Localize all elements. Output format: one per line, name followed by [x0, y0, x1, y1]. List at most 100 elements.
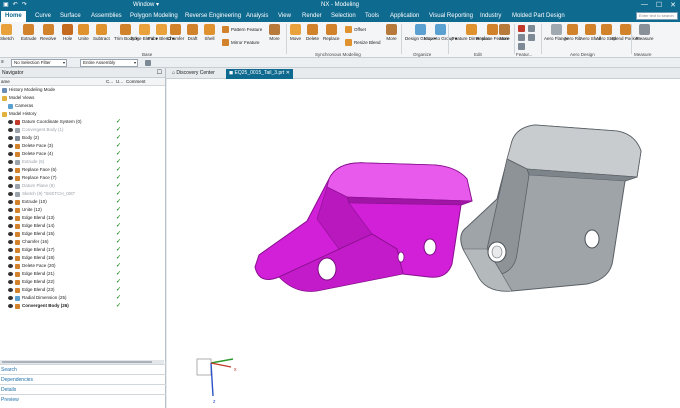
visibility-eye-icon[interactable]	[8, 224, 13, 228]
feature-tool-3[interactable]	[518, 34, 525, 41]
visibility-eye-icon[interactable]	[8, 240, 13, 244]
tree-row[interactable]: Sketch (9) "SKETCH_000" ✓	[0, 190, 165, 198]
mirror-feature-button[interactable]: Mirror Feature	[222, 39, 260, 46]
model-canvas[interactable]: x z	[167, 79, 680, 408]
tree-row[interactable]: Edge Blend (14) ✓	[0, 222, 165, 230]
measure-button[interactable]: Measure	[636, 24, 654, 41]
tree-row[interactable]: Edge Blend (17) ✓	[0, 246, 165, 254]
shell-button[interactable]: Shell	[204, 24, 215, 41]
pane-preview[interactable]: Preview	[0, 394, 166, 404]
tree-row[interactable]: Model Views	[0, 94, 165, 102]
subtract-button[interactable]: Subtract	[93, 24, 110, 41]
tree-row[interactable]: Edge Blend (13) ✓	[0, 214, 165, 222]
visibility-eye-icon[interactable]	[8, 288, 13, 292]
tree-row[interactable]: Convergent Body (26) ✓	[0, 302, 165, 310]
sketch-button[interactable]: Sketch	[0, 24, 14, 41]
tree-row[interactable]: Convergent Body (1) ✓	[0, 126, 165, 134]
tree-row[interactable]: Edge Blend (15) ✓	[0, 230, 165, 238]
tree-row[interactable]: Edge Blend (23) ✓	[0, 286, 165, 294]
tab-view[interactable]: View	[278, 13, 291, 19]
tab-molded-part-design[interactable]: Molded Part Design	[512, 13, 565, 19]
tab-surface[interactable]: Surface	[60, 13, 81, 19]
feature-tool-2[interactable]	[528, 25, 535, 32]
column-header-comment[interactable]: Comment	[126, 78, 146, 86]
visibility-eye-icon[interactable]	[8, 192, 13, 196]
close-tab-icon[interactable]: ✕	[286, 70, 290, 76]
tab-part-file[interactable]: ◼ EQ25_0015_Tail_3.prt ✕	[226, 69, 293, 79]
tree-row[interactable]: Radial Dimension (25) ✓	[0, 294, 165, 302]
tree-row[interactable]: Delete Face (3) ✓	[0, 142, 165, 150]
delete-face-button[interactable]: Delete	[306, 24, 319, 41]
aero-rib-button[interactable]: Aero Rib	[564, 24, 582, 41]
pane-search[interactable]: Search	[0, 364, 166, 374]
hole-feature[interactable]	[317, 257, 337, 281]
tab-home[interactable]: Home	[1, 11, 26, 22]
feature-tool-5[interactable]	[518, 43, 525, 50]
visibility-eye-icon[interactable]	[8, 136, 13, 140]
tree-row[interactable]: Body (2) ✓	[0, 134, 165, 142]
more-edit-button[interactable]: More	[499, 24, 510, 41]
more-sync-button[interactable]: More	[386, 24, 397, 41]
tab-tools[interactable]: Tools	[365, 13, 379, 19]
unite-button[interactable]: Unite	[78, 24, 89, 41]
gray-part-model[interactable]	[433, 124, 642, 292]
tree-row[interactable]: Replace Face (6) ✓	[0, 166, 165, 174]
visibility-eye-icon[interactable]	[8, 272, 13, 276]
column-header-u[interactable]: U...	[116, 78, 123, 86]
extrude-button[interactable]: Extrude	[21, 24, 37, 41]
tab-industry[interactable]: Industry	[480, 13, 501, 19]
visibility-eye-icon[interactable]	[8, 200, 13, 204]
blend-pocket-button[interactable]: Blend Pocket	[612, 24, 639, 41]
tree-row[interactable]: Delete Face (4) ✓	[0, 150, 165, 158]
offset-button[interactable]: Offset	[345, 26, 366, 33]
chamfer-button[interactable]: Chamfer	[167, 24, 184, 41]
magenta-part-model[interactable]	[254, 162, 473, 292]
revolve-button[interactable]: Revolve	[40, 24, 56, 41]
tree-row[interactable]: Datum Coordinate System (0) ✓	[0, 118, 165, 126]
visibility-eye-icon[interactable]	[8, 168, 13, 172]
column-header-name[interactable]: ame	[1, 78, 10, 86]
tab-discovery-center[interactable]: ⌂ Discovery Center	[169, 69, 218, 79]
visibility-eye-icon[interactable]	[8, 152, 13, 156]
tree-row[interactable]: Edge Blend (18) ✓	[0, 254, 165, 262]
visibility-eye-icon[interactable]	[8, 216, 13, 220]
replace-face-button[interactable]: Replace	[323, 24, 340, 41]
scrollbar-thumb[interactable]	[2, 361, 152, 363]
tree-row[interactable]: Chamfer (16) ✓	[0, 238, 165, 246]
visibility-eye-icon[interactable]	[8, 264, 13, 268]
tree-row[interactable]: Model History	[0, 110, 165, 118]
maximize-panel-icon[interactable]: ☐	[157, 68, 162, 78]
tree-row[interactable]: Edge Blend (22) ✓	[0, 278, 165, 286]
pane-dependencies[interactable]: Dependencies	[0, 374, 166, 384]
minimize-icon[interactable]: —	[641, 1, 648, 9]
pattern-feature-button[interactable]: Pattern Feature	[222, 26, 262, 33]
visibility-eye-icon[interactable]	[8, 144, 13, 148]
hole-feature[interactable]	[584, 229, 600, 249]
resize-blend-button[interactable]: Resize Blend	[345, 39, 381, 46]
visibility-eye-icon[interactable]	[8, 176, 13, 180]
visibility-eye-icon[interactable]	[8, 256, 13, 260]
tab-polygon-modeling[interactable]: Polygon Modeling	[130, 13, 178, 19]
visibility-eye-icon[interactable]	[8, 296, 13, 300]
visibility-eye-icon[interactable]	[8, 232, 13, 236]
draft-button[interactable]: Draft	[187, 24, 198, 41]
tree-row[interactable]: Cameras	[0, 102, 165, 110]
tab-curve[interactable]: Curve	[35, 13, 51, 19]
tree-row[interactable]: Edge Blend (21) ✓	[0, 270, 165, 278]
tree-row[interactable]: History Modeling Mode	[0, 86, 165, 94]
visibility-eye-icon[interactable]	[8, 280, 13, 284]
visibility-eye-icon[interactable]	[8, 208, 13, 212]
hole-feature[interactable]	[423, 238, 437, 256]
visibility-eye-icon[interactable]	[8, 160, 13, 164]
visibility-eye-icon[interactable]	[8, 248, 13, 252]
visibility-eye-icon[interactable]	[8, 120, 13, 124]
tab-selection[interactable]: Selection	[331, 13, 356, 19]
pane-details[interactable]: Details	[0, 384, 166, 394]
more-base-button[interactable]: More	[269, 24, 280, 41]
view-triad[interactable]: x z	[196, 358, 237, 405]
tree-row[interactable]: Extrude (5) ✓	[0, 158, 165, 166]
tab-visual-reporting[interactable]: Visual Reporting	[429, 13, 473, 19]
selection-filter-dropdown[interactable]: No Selection Filter ▾	[11, 59, 67, 67]
feature-tool-1[interactable]	[518, 25, 525, 32]
selection-tool-icon[interactable]	[145, 60, 151, 66]
